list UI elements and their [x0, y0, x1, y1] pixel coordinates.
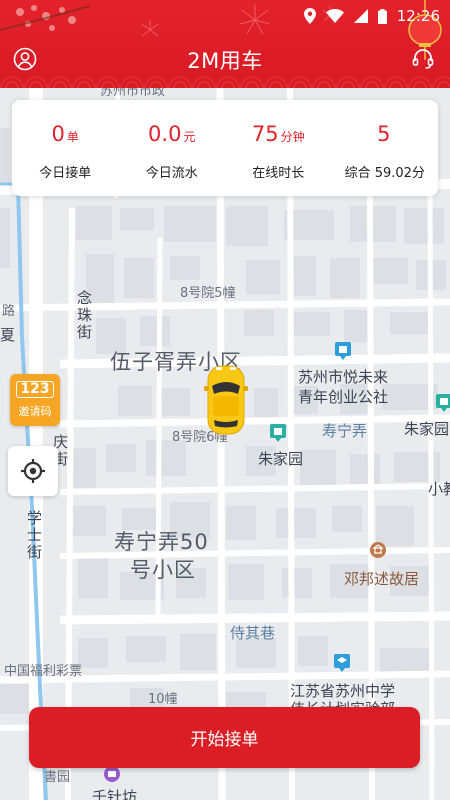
stat-value: 75 [251, 122, 279, 146]
map-label: 10幢 [148, 692, 178, 707]
crosshair-locate-icon [21, 459, 45, 483]
battery-status-icon [377, 8, 387, 24]
customer-support-button[interactable] [410, 46, 436, 72]
status-bar: 12:26 [303, 4, 440, 28]
stat-online-time: 75 分钟 在线时长 [225, 100, 332, 196]
stat-label: 今日流水 [145, 166, 198, 181]
headset-support-icon [412, 49, 434, 69]
map-label: 書园 [44, 770, 71, 785]
locate-me-button[interactable] [8, 446, 58, 496]
stat-revenue: 0.0 元 今日流水 [119, 100, 226, 196]
map-label: 中国福利彩票 [4, 664, 83, 679]
stat-value: 5 [377, 122, 391, 146]
stat-rating: 5 综合 59.02分 [332, 100, 439, 196]
map-label: 苏州市悦未来 [298, 368, 389, 386]
today-stats-card: 0单 今日接单 0.0 元 今日流水 75 分钟 在线时长 5 综合 59.02分 [12, 100, 438, 196]
invite-label: 邀请码 [18, 405, 52, 418]
map-label: 寿宁弄50 [114, 530, 209, 554]
start-accepting-orders-button[interactable]: 开始接单 [29, 707, 420, 768]
map-label: 8号院5幢 [180, 286, 236, 301]
stat-unit: 元 [183, 130, 196, 144]
stat-unit: 单 [66, 130, 79, 144]
stat-label: 综合 59.02分 [344, 166, 425, 181]
map-label: 青年创业公社 [298, 388, 389, 406]
stat-unit: 分钟 [280, 130, 305, 144]
signal-status-icon [353, 9, 368, 23]
map-label: 学士街 [25, 510, 43, 561]
stat-label: 今日接单 [39, 166, 92, 181]
map-label: 号小区 [130, 558, 196, 582]
map-label: 朱家园 [258, 450, 304, 468]
shop-poi-icon [104, 766, 120, 782]
residence-poi-icon [270, 424, 286, 442]
map-label: 念珠街 [75, 290, 93, 341]
invite-code-button[interactable]: 123 邀请码 [10, 374, 60, 426]
stat-value: 0 [51, 122, 65, 146]
map-label: 路 [2, 304, 16, 319]
car-location-icon [204, 365, 248, 435]
wifi-status-icon [325, 9, 344, 23]
invite-badge: 123 [16, 381, 54, 398]
app-header: 12:26 2M用车 [0, 0, 450, 88]
map-label: 小教 [428, 480, 450, 498]
stat-value: 0.0 [148, 122, 182, 146]
location-status-icon [303, 8, 316, 24]
office-poi-icon [335, 342, 351, 360]
map-label: 寿宁弄 [322, 422, 368, 440]
stat-orders: 0单 今日接单 [12, 100, 119, 196]
map-label: 夏 [0, 326, 16, 344]
school-poi-icon [334, 654, 350, 672]
map-label: 邓邦述故居 [344, 570, 420, 588]
map-label: 朱家园 [404, 420, 450, 438]
historic-site-poi-icon [370, 542, 386, 558]
status-time: 12:26 [396, 7, 440, 25]
stat-label: 在线时长 [252, 166, 305, 181]
residence-poi-icon [436, 394, 450, 412]
app-title: 2M用车 [187, 49, 263, 73]
map-label: 千针坊 [92, 788, 138, 800]
map-label: 侍其巷 [230, 624, 276, 642]
